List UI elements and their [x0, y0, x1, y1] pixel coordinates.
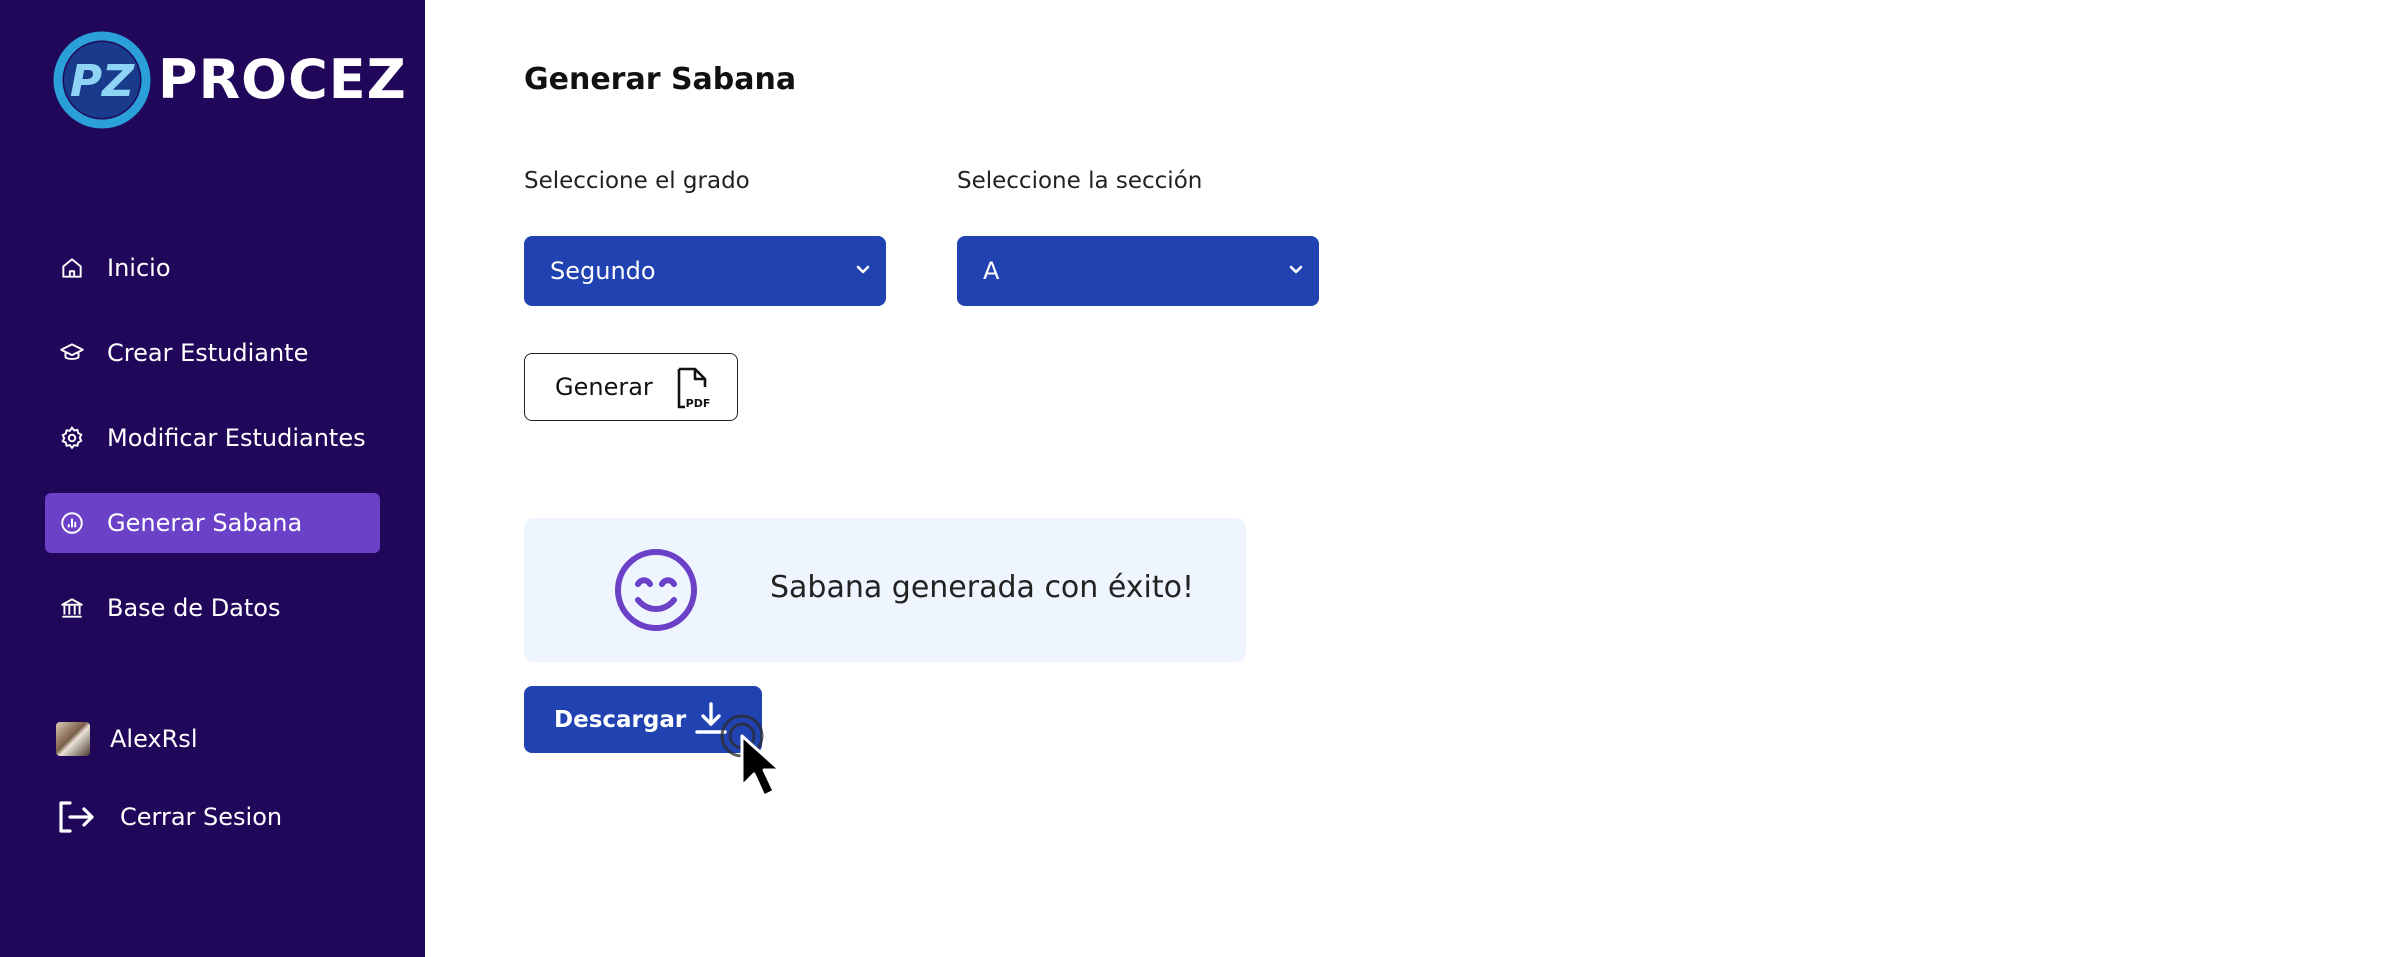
- home-icon: [59, 255, 85, 281]
- svg-text:PDF: PDF: [686, 397, 711, 410]
- generate-button-label: Generar: [555, 373, 653, 401]
- chevron-down-icon: [1289, 265, 1303, 274]
- success-alert: Sabana generada con éxito!: [524, 518, 1246, 662]
- sidebar-item-label: Generar Sabana: [107, 509, 303, 537]
- avatar: [56, 722, 90, 756]
- gear-icon: [59, 425, 85, 451]
- section-label: Seleccione la sección: [957, 168, 1203, 194]
- sidebar: PZ PROCEZ Inicio Crear Estudiante Modifi…: [0, 0, 425, 957]
- sidebar-item-base-de-datos[interactable]: Base de Datos: [45, 578, 380, 638]
- graduation-cap-icon: [59, 340, 85, 366]
- grade-select-value: Segundo: [550, 257, 656, 285]
- bank-icon: [59, 595, 85, 621]
- user-profile[interactable]: AlexRsl: [56, 722, 197, 756]
- logout-button[interactable]: Cerrar Sesion: [56, 800, 282, 834]
- grade-label: Seleccione el grado: [524, 168, 750, 194]
- chart-icon: [59, 510, 85, 536]
- chevron-down-icon: [856, 265, 870, 274]
- user-name: AlexRsl: [110, 725, 198, 753]
- page-title: Generar Sabana: [524, 62, 797, 97]
- success-message: Sabana generada con éxito!: [770, 570, 1194, 605]
- section-select-value: A: [983, 257, 1000, 285]
- pdf-file-icon: PDF: [677, 367, 711, 410]
- generate-button[interactable]: Generar PDF: [524, 353, 738, 421]
- brand-logo[interactable]: PZ PROCEZ: [52, 30, 406, 130]
- grade-select[interactable]: Segundo: [524, 236, 886, 306]
- sidebar-item-label: Crear Estudiante: [107, 339, 309, 367]
- sidebar-item-label: Modificar Estudiantes: [107, 424, 366, 452]
- section-select[interactable]: A: [957, 236, 1319, 306]
- sidebar-item-inicio[interactable]: Inicio: [45, 238, 380, 298]
- sidebar-item-modificar-estudiantes[interactable]: Modificar Estudiantes: [45, 408, 380, 468]
- svg-text:PZ: PZ: [70, 56, 135, 107]
- brand-name: PROCEZ: [158, 48, 407, 111]
- download-button-label: Descargar: [554, 706, 687, 733]
- logo-mark-icon: PZ: [53, 31, 151, 129]
- logout-label: Cerrar Sesion: [120, 803, 283, 831]
- logout-icon: [59, 801, 94, 833]
- sidebar-item-label: Inicio: [107, 254, 171, 282]
- sidebar-item-label: Base de Datos: [107, 594, 281, 622]
- smiley-icon: [615, 549, 697, 631]
- mouse-cursor-icon: [720, 714, 782, 798]
- sidebar-item-crear-estudiante[interactable]: Crear Estudiante: [45, 323, 380, 383]
- sidebar-item-generar-sabana[interactable]: Generar Sabana: [45, 493, 380, 553]
